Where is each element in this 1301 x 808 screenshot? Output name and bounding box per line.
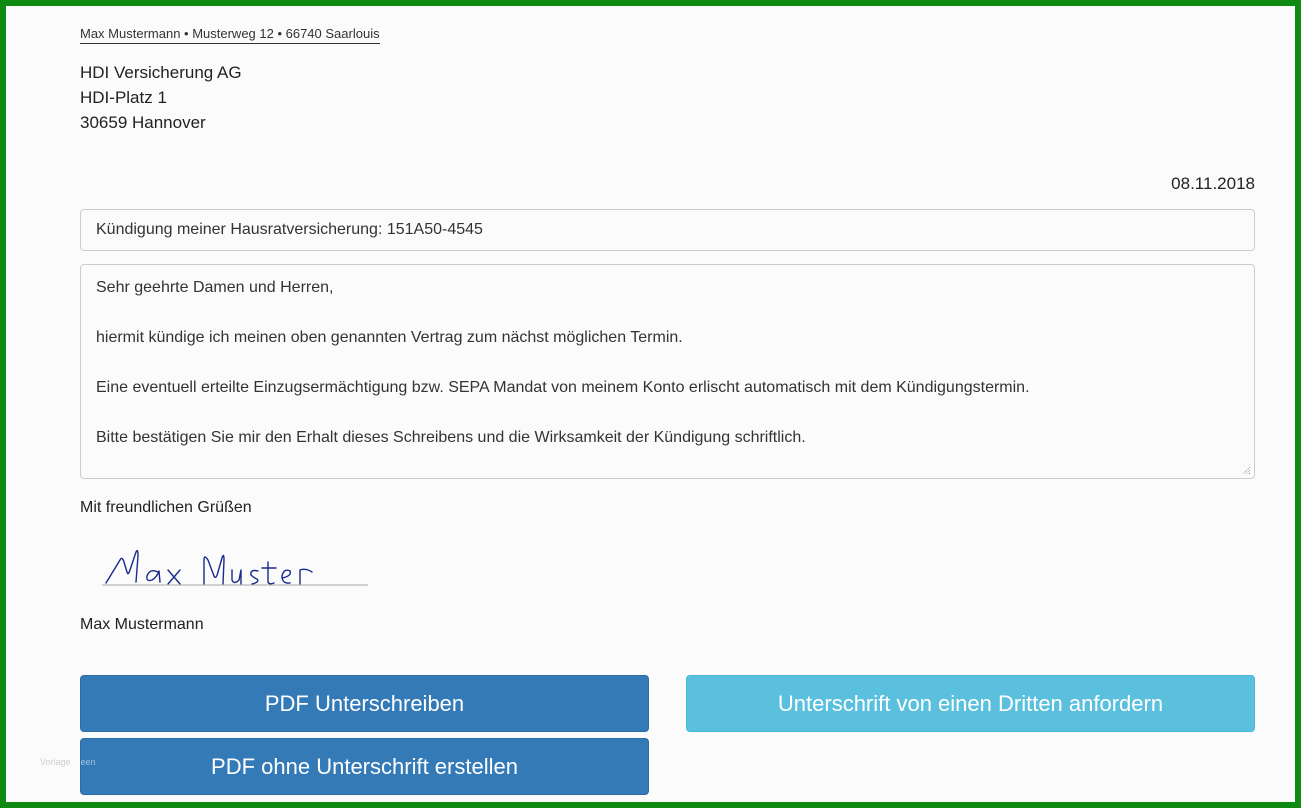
resize-handle-icon[interactable] [1241, 465, 1251, 475]
request-third-party-signature-button[interactable]: Unterschrift von einen Dritten anfordern [686, 675, 1255, 732]
letter-date: 08.11.2018 [1171, 174, 1255, 193]
salutation: Sehr geehrte Damen und Herren, [96, 279, 334, 296]
paragraph-3: Bitte bestätigen Sie mir den Erhalt dies… [96, 429, 806, 446]
recipient-company: HDI Versicherung AG [80, 63, 242, 82]
sign-pdf-button[interactable]: PDF Unterschreiben [80, 675, 649, 732]
recipient-street: HDI-Platz 1 [80, 88, 167, 107]
paragraph-2: Eine eventuell erteilte Einzugsermächtig… [96, 379, 1030, 396]
watermark: Vorlage Ideen [40, 757, 96, 767]
watermark-text-a: Vorlage [40, 757, 71, 767]
create-pdf-without-signature-button[interactable]: PDF ohne Unterschrift erstellen [80, 738, 649, 795]
signer-name: Max Mustermann [80, 616, 204, 633]
recipient-city: 30659 Hannover [80, 113, 206, 132]
closing-phrase: Mit freundlichen Grüßen [80, 499, 252, 516]
recipient-address: HDI Versicherung AG HDI-Platz 1 30659 Ha… [80, 60, 242, 135]
watermark-text-b: Ideen [73, 757, 96, 767]
paragraph-1: hiermit kündige ich meinen oben genannte… [96, 329, 683, 346]
letter-body-textarea[interactable]: Sehr geehrte Damen und Herren, hiermit k… [80, 264, 1255, 479]
handwritten-signature [102, 549, 368, 586]
sender-address-line: Max Mustermann • Musterweg 12 • 66740 Sa… [80, 26, 380, 44]
subject-input[interactable]: Kündigung meiner Hausratversicherung: 15… [80, 209, 1255, 251]
